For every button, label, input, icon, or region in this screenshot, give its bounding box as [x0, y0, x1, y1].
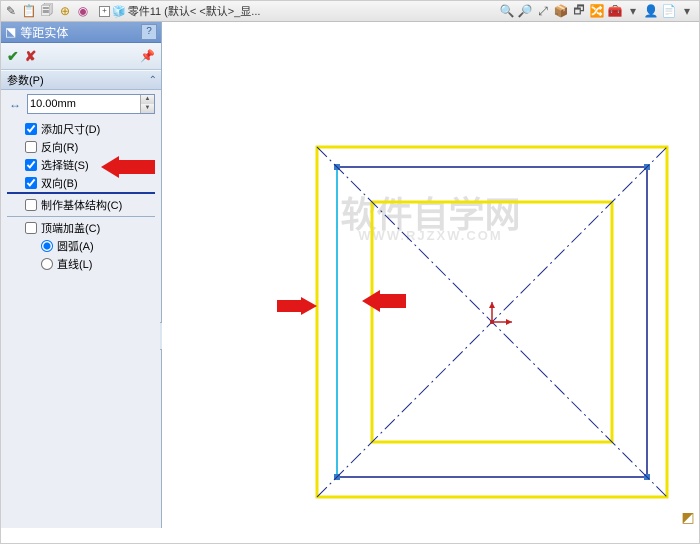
appearance-icon[interactable]: 👤: [643, 3, 659, 19]
part-icon: 🧊: [112, 5, 126, 18]
arc-option[interactable]: 圆弧(A): [7, 237, 155, 255]
cap-ends-option[interactable]: 顶端加盖(C): [7, 219, 155, 237]
add-dimension-label: 添加尺寸(D): [41, 121, 100, 137]
parameters-section-body: ↔ 10.00mm ▲▼ 添加尺寸(D) 反向(R): [1, 90, 161, 281]
line-radio[interactable]: [41, 258, 53, 270]
panel-confirm-row: ✔ ✘ 📌: [1, 43, 161, 70]
main-body: ⬔ 等距实体 ? ✔ ✘ 📌 参数(P) ⌃ ↔ 10.00mm ▲▼: [1, 22, 699, 528]
pin-button[interactable]: 📌: [140, 49, 155, 63]
bidirectional-checkbox[interactable]: [25, 177, 37, 189]
add-dimension-checkbox[interactable]: [25, 123, 37, 135]
hide-show-icon[interactable]: 🧰: [607, 3, 623, 19]
document-title: 零件11 (默认< <默认>_显...: [128, 3, 261, 19]
reverse-checkbox[interactable]: [25, 141, 37, 153]
offset-entities-icon: ⬔: [5, 25, 16, 39]
make-base-label: 制作基体结构(C): [41, 197, 122, 213]
offset-distance-row: ↔ 10.00mm ▲▼: [7, 94, 155, 114]
zoom-area-icon[interactable]: 🔎: [517, 3, 533, 19]
offset-distance-value: 10.00mm: [30, 98, 76, 110]
tool-icon-1[interactable]: ✎: [3, 3, 19, 19]
panel-help-button[interactable]: ?: [141, 24, 157, 40]
panel-title-bar: ⬔ 等距实体 ?: [1, 22, 161, 43]
arc-label: 圆弧(A): [57, 238, 94, 254]
line-option[interactable]: 直线(L): [7, 255, 155, 273]
toolbar-left-group: ✎ 📋 🗐 ⊕ ◉: [3, 3, 91, 19]
bidirectional-label: 双向(B): [41, 175, 78, 191]
ok-button[interactable]: ✔: [7, 48, 19, 65]
separator: [7, 216, 155, 217]
tool-icon-5[interactable]: ◉: [75, 3, 91, 19]
add-dimension-option[interactable]: 添加尺寸(D): [7, 120, 155, 138]
dropdown-icon-1[interactable]: ▾: [625, 3, 641, 19]
graphics-canvas[interactable]: 软件自学网 WWW.RJZXW.COM: [162, 22, 699, 528]
bidirectional-option[interactable]: 双向(B): [7, 174, 155, 192]
app-window: ✎ 📋 🗐 ⊕ ◉ + 🧊 零件11 (默认< <默认>_显... 🔍 🔎 ⤢ …: [0, 0, 700, 544]
make-base-option[interactable]: 制作基体结构(C): [7, 196, 155, 214]
cap-ends-checkbox[interactable]: [25, 222, 37, 234]
select-chain-label: 选择链(S): [41, 157, 89, 173]
selection-underline: [7, 192, 155, 194]
parameters-label: 参数(P): [7, 72, 44, 88]
tree-expand-icon[interactable]: +: [99, 6, 110, 17]
property-panel: ⬔ 等距实体 ? ✔ ✘ 📌 参数(P) ⌃ ↔ 10.00mm ▲▼: [1, 22, 162, 528]
make-base-checkbox[interactable]: [25, 199, 37, 211]
select-chain-checkbox[interactable]: [25, 159, 37, 171]
cancel-button[interactable]: ✘: [25, 48, 37, 65]
chevron-up-icon: ⌃: [149, 75, 157, 86]
triad-icon[interactable]: ◩: [679, 508, 697, 526]
reverse-label: 反向(R): [41, 139, 78, 155]
document-title-area: + 🧊 零件11 (默认< <默认>_显...: [99, 3, 260, 19]
arc-radio[interactable]: [41, 240, 53, 252]
panel-title-text: 等距实体: [20, 24, 68, 41]
distance-icon: ↔: [7, 97, 23, 111]
scene-icon[interactable]: 📄: [661, 3, 677, 19]
reverse-option[interactable]: 反向(R): [7, 138, 155, 156]
tool-icon-3[interactable]: 🗐: [39, 3, 55, 19]
zoom-fit-icon[interactable]: 🔍: [499, 3, 515, 19]
tool-icon-4[interactable]: ⊕: [57, 3, 73, 19]
line-label: 直线(L): [57, 256, 92, 272]
offset-distance-input[interactable]: 10.00mm ▲▼: [27, 94, 155, 114]
select-chain-option[interactable]: 选择链(S): [7, 156, 155, 174]
parameters-section-header[interactable]: 参数(P) ⌃: [1, 70, 161, 90]
section-view-icon[interactable]: 🗗: [571, 3, 587, 19]
top-toolbar: ✎ 📋 🗐 ⊕ ◉ + 🧊 零件11 (默认< <默认>_显... 🔍 🔎 ⤢ …: [1, 1, 699, 22]
view-toolbar: 🔍 🔎 ⤢ 📦 🗗 🔀 🧰 ▾ 👤 📄 ▾: [499, 3, 695, 19]
view-cube-icon[interactable]: 📦: [553, 3, 569, 19]
tool-icon-2[interactable]: 📋: [21, 3, 37, 19]
dropdown-icon-2[interactable]: ▾: [679, 3, 695, 19]
pan-icon[interactable]: ⤢: [535, 3, 551, 19]
cap-ends-label: 顶端加盖(C): [41, 220, 100, 236]
display-style-icon[interactable]: 🔀: [589, 3, 605, 19]
sketch-svg: [162, 22, 700, 542]
spin-buttons[interactable]: ▲▼: [140, 95, 154, 113]
